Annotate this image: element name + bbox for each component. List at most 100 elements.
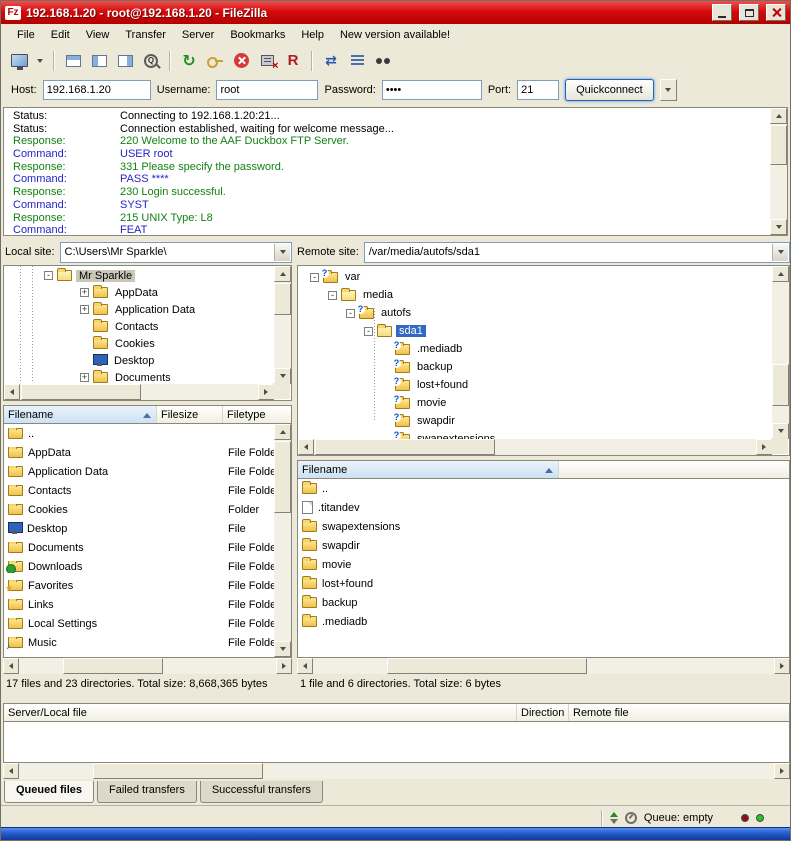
remote-file-row[interactable]: lost+found [298, 574, 789, 593]
remote-tree-item-media[interactable]: - media [298, 286, 789, 304]
scroll-right-button[interactable] [276, 658, 292, 674]
local-site-combo[interactable]: C:\Users\Mr Sparkle\ [60, 242, 292, 263]
column-header-server-local-file[interactable]: Server/Local file [4, 704, 517, 721]
menu-view[interactable]: View [78, 26, 118, 44]
menu-file[interactable]: File [9, 26, 43, 44]
updown-arrows-icon[interactable] [610, 812, 618, 824]
local-tree-vscrollbar[interactable] [274, 266, 291, 384]
tab-failed-transfers[interactable]: Failed transfers [97, 781, 197, 803]
scroll-left-button[interactable] [297, 658, 313, 674]
toggle-queue-button[interactable] [139, 49, 163, 73]
remote-file-row[interactable]: backup [298, 593, 789, 612]
remote-tree-item-sda1[interactable]: - sda1 [298, 322, 789, 340]
scrollbar-thumb[interactable] [274, 441, 291, 513]
remote-tree-item-swapdir[interactable]: swapdir [298, 412, 789, 430]
local-tree-item-cookies[interactable]: Cookies [4, 335, 291, 352]
scroll-down-button[interactable] [274, 641, 291, 657]
expand-icon[interactable]: + [80, 373, 89, 382]
minimize-button[interactable] [712, 4, 732, 21]
collapse-icon[interactable]: - [310, 273, 319, 282]
local-file-row[interactable]: LinksFile Folder [4, 595, 291, 614]
local-file-row[interactable]: AppDataFile Folder [4, 443, 291, 462]
remote-file-row[interactable]: swapdir [298, 536, 789, 555]
scroll-up-button[interactable] [274, 424, 291, 440]
local-file-row[interactable]: Application DataFile Folder [4, 462, 291, 481]
key-button[interactable] [203, 49, 227, 73]
disconnect-button[interactable] [255, 49, 279, 73]
scroll-down-button[interactable] [770, 219, 787, 235]
scrollbar-thumb[interactable] [387, 658, 587, 674]
local-tree-item-desktop[interactable]: Desktop [4, 352, 291, 369]
quickconnect-button[interactable]: Quickconnect [565, 79, 654, 101]
toggle-remote-tree-button[interactable] [113, 49, 137, 73]
scroll-right-button[interactable] [258, 384, 274, 400]
column-header-remote-file[interactable]: Remote file [569, 704, 789, 721]
menu-transfer[interactable]: Transfer [117, 26, 174, 44]
local-tree-item-contacts[interactable]: Contacts [4, 318, 291, 335]
queue-hscrollbar[interactable] [3, 763, 790, 779]
remote-tree-item-var[interactable]: - var [298, 268, 789, 286]
maximize-button[interactable] [739, 4, 759, 21]
remote-tree-item-backup[interactable]: backup [298, 358, 789, 376]
remote-tree-hscrollbar[interactable] [298, 439, 772, 455]
menu-new-version[interactable]: New version available! [332, 26, 458, 44]
scrollbar-thumb[interactable] [772, 364, 789, 406]
remote-file-row[interactable]: .titandev [298, 498, 789, 517]
remote-file-row[interactable]: movie [298, 555, 789, 574]
scrollbar-thumb[interactable] [315, 439, 495, 455]
local-list-vscrollbar[interactable] [274, 424, 291, 657]
column-header-filename[interactable]: Filename [4, 406, 157, 423]
remote-file-row[interactable]: .mediadb [298, 612, 789, 631]
remote-tree-item-lost-found[interactable]: lost+found [298, 376, 789, 394]
scrollbar-thumb[interactable] [274, 283, 291, 315]
remote-file-row[interactable]: swapextensions [298, 517, 789, 536]
local-file-row[interactable]: DownloadsFile Folder [4, 557, 291, 576]
log-scrollbar[interactable] [770, 108, 787, 235]
scroll-left-button[interactable] [3, 658, 19, 674]
remote-site-combo[interactable]: /var/media/autofs/sda1 [364, 242, 790, 263]
scrollbar-thumb[interactable] [21, 384, 141, 400]
menu-server[interactable]: Server [174, 26, 222, 44]
collapse-icon[interactable]: - [328, 291, 337, 300]
collapse-icon[interactable]: - [44, 271, 53, 280]
local-list-hscrollbar[interactable] [3, 658, 292, 674]
local-file-row[interactable]: Local SettingsFile Folder [4, 614, 291, 633]
scroll-up-button[interactable] [772, 266, 789, 282]
toggle-local-tree-button[interactable] [87, 49, 111, 73]
directory-comparison-button[interactable] [345, 49, 369, 73]
remote-tree-item-movie[interactable]: movie [298, 394, 789, 412]
local-tree-item-application-data[interactable]: + Application Data [4, 301, 291, 318]
scrollbar-thumb[interactable] [63, 658, 163, 674]
cancel-button[interactable] [229, 49, 253, 73]
remote-tree-vscrollbar[interactable] [772, 266, 789, 439]
tab-queued-files[interactable]: Queued files [4, 781, 94, 803]
scrollbar-thumb[interactable] [93, 763, 263, 779]
scrollbar-thumb[interactable] [770, 125, 787, 165]
remote-tree-item-mediadb[interactable]: .mediadb [298, 340, 789, 358]
password-input[interactable] [382, 80, 482, 100]
scroll-left-button[interactable] [298, 439, 314, 455]
local-tree-hscrollbar[interactable] [4, 384, 274, 400]
close-button[interactable] [766, 4, 786, 21]
local-file-row[interactable]: CookiesFolder [4, 500, 291, 519]
tab-successful-transfers[interactable]: Successful transfers [200, 781, 323, 803]
local-file-row[interactable]: MusicFile Folder [4, 633, 291, 652]
local-file-row[interactable]: .. [4, 424, 291, 443]
scroll-right-button[interactable] [756, 439, 772, 455]
site-manager-button[interactable] [7, 49, 31, 73]
column-header-filename[interactable]: Filename [298, 461, 559, 478]
port-input[interactable] [517, 80, 559, 100]
collapse-icon[interactable]: - [364, 327, 373, 336]
reconnect-button[interactable] [281, 49, 305, 73]
find-button[interactable] [371, 49, 395, 73]
refresh-button[interactable] [177, 49, 201, 73]
combo-dropdown-button[interactable] [274, 244, 290, 261]
collapse-icon[interactable]: - [346, 309, 355, 318]
scroll-down-button[interactable] [772, 423, 789, 439]
remote-tree-item-autofs[interactable]: - autofs [298, 304, 789, 322]
local-file-row[interactable]: ContactsFile Folder [4, 481, 291, 500]
local-tree-item-appdata[interactable]: + AppData [4, 284, 291, 301]
menu-help[interactable]: Help [293, 26, 332, 44]
column-header-filetype[interactable]: Filetype [223, 406, 291, 423]
host-input[interactable] [43, 80, 151, 100]
